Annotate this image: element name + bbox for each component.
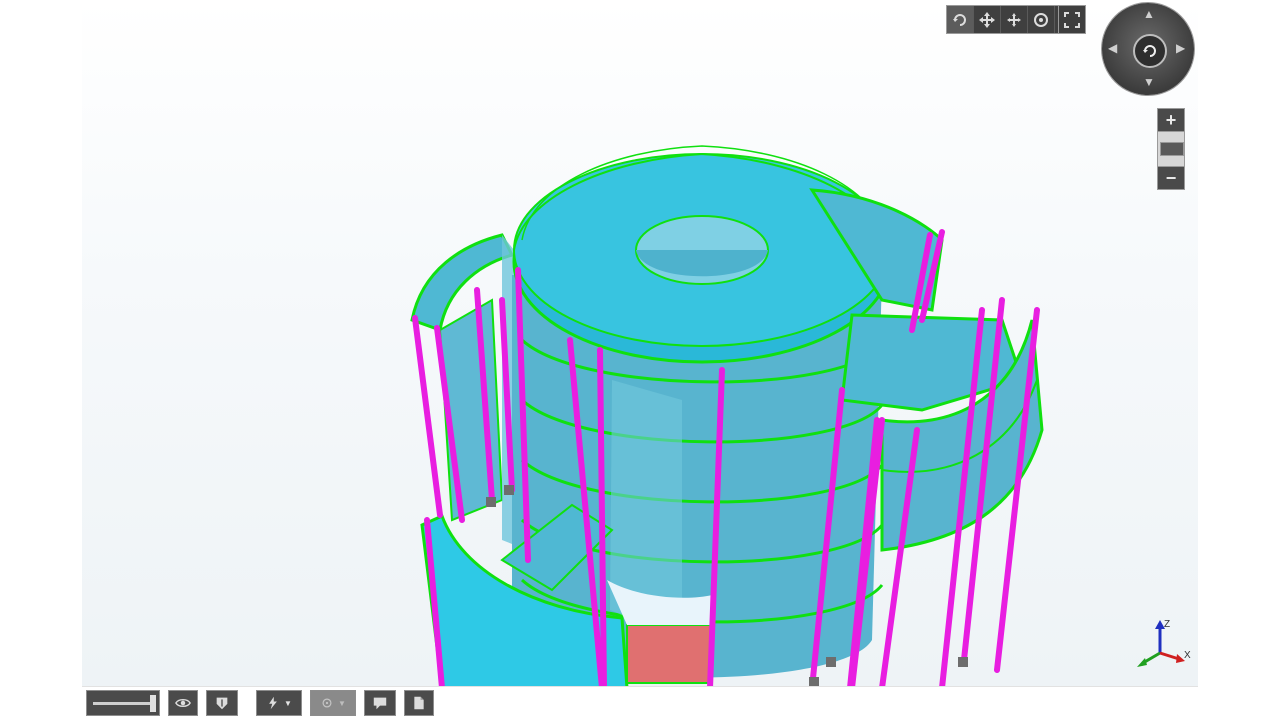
- zoom-slider[interactable]: [1157, 132, 1185, 166]
- orbit-icon[interactable]: [947, 6, 974, 33]
- orbit-icon[interactable]: [1133, 34, 1167, 68]
- building-model[interactable]: [82, 0, 1198, 688]
- 3d-viewport[interactable]: [82, 0, 1198, 688]
- look-icon[interactable]: [1028, 6, 1055, 33]
- compass-down-icon[interactable]: ▼: [1143, 75, 1155, 89]
- comment-icon[interactable]: [364, 690, 396, 716]
- axis-z-label: Z: [1164, 619, 1170, 630]
- view-toolbar: [946, 5, 1086, 34]
- fullscreen-icon[interactable]: [1058, 6, 1085, 33]
- explode-icon[interactable]: ▼: [310, 690, 356, 716]
- opacity-slider[interactable]: [86, 690, 160, 716]
- zoom-in-button[interactable]: +: [1157, 108, 1185, 132]
- navigation-compass[interactable]: ▲ ▼ ◀ ▶: [1102, 3, 1194, 95]
- roof-slab: [512, 145, 892, 364]
- move-icon[interactable]: [1001, 6, 1028, 33]
- bottom-toolbar: ▼ ▼: [82, 686, 1198, 721]
- lightning-icon[interactable]: ▼: [256, 690, 302, 716]
- compass-right-icon[interactable]: ▶: [1176, 41, 1185, 55]
- compass-up-icon[interactable]: ▲: [1143, 7, 1155, 21]
- zoom-control: + −: [1157, 108, 1185, 190]
- axis-triad: Z X: [1133, 615, 1193, 675]
- opacity-slider-thumb[interactable]: [150, 695, 156, 712]
- section-box-icon[interactable]: [206, 690, 238, 716]
- document-icon[interactable]: [404, 690, 434, 716]
- zoom-slider-thumb[interactable]: [1160, 142, 1184, 156]
- zoom-out-button[interactable]: −: [1157, 166, 1185, 190]
- pan-icon[interactable]: [974, 6, 1001, 33]
- axis-x-label: X: [1184, 650, 1191, 661]
- compass-left-icon[interactable]: ◀: [1108, 41, 1117, 55]
- eye-icon[interactable]: [168, 690, 198, 716]
